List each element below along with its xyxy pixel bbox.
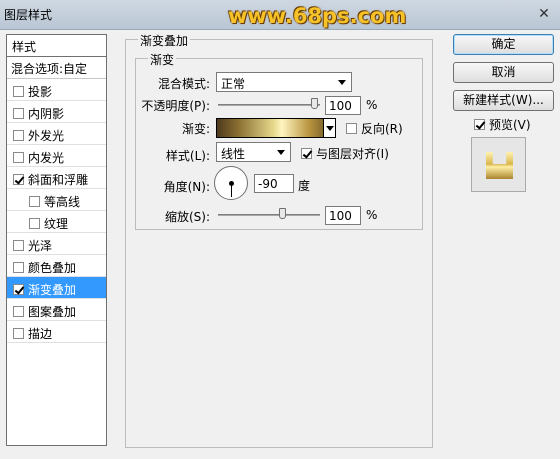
sidebar-item-label: 图案叠加 xyxy=(28,304,77,319)
sidebar-item[interactable]: 内阴影 xyxy=(7,101,106,123)
sidebar-item-label: 投影 xyxy=(28,84,53,99)
style-preview-thumbnail xyxy=(471,137,526,192)
sidebar-item-checkbox[interactable] xyxy=(13,107,24,119)
scale-input[interactable]: 100 xyxy=(325,206,361,225)
sidebar-item-label: 光泽 xyxy=(28,238,53,253)
scale-slider[interactable] xyxy=(218,214,320,216)
sidebar-item[interactable]: 等高线 xyxy=(7,189,106,211)
angle-unit: 度 xyxy=(298,179,311,193)
sidebar-item-label: 颜色叠加 xyxy=(28,260,77,275)
sidebar-item-checkbox[interactable] xyxy=(13,283,24,295)
sidebar-item[interactable]: 图案叠加 xyxy=(7,299,106,321)
preview-checkbox[interactable]: 预览(V) xyxy=(474,116,531,133)
sidebar-item-checkbox[interactable] xyxy=(13,261,24,273)
scale-slider-thumb[interactable] xyxy=(279,208,287,219)
sidebar-item-label: 描边 xyxy=(28,326,53,341)
sidebar-item[interactable]: 斜面和浮雕 xyxy=(7,167,106,189)
title-bar: 图层样式 www.68ps.com ✕ xyxy=(0,0,560,30)
gradient-picker-chevron-icon[interactable] xyxy=(323,119,335,137)
preview-checkbox-box[interactable] xyxy=(474,119,485,130)
opacity-input[interactable]: 100 xyxy=(325,96,361,115)
sidebar-item[interactable]: 颜色叠加 xyxy=(7,255,106,277)
sidebar-item-label: 外发光 xyxy=(28,128,65,143)
sidebar-item[interactable]: 光泽 xyxy=(7,233,106,255)
sidebar-item[interactable]: 渐变叠加 xyxy=(7,277,106,299)
gradient-overlay-title: 渐变叠加 xyxy=(138,32,191,49)
sidebar-item[interactable]: 投影 xyxy=(7,79,106,101)
sidebar-item-checkbox[interactable] xyxy=(13,239,24,251)
scale-unit: % xyxy=(366,208,378,222)
sidebar-item-label: 纹理 xyxy=(44,216,69,231)
gradient-label: 渐变: xyxy=(181,122,210,136)
scale-label: 缩放(S): xyxy=(164,210,210,224)
close-icon[interactable]: ✕ xyxy=(534,6,554,23)
align-with-layer-checkbox[interactable]: 与图层对齐(I) xyxy=(301,145,389,162)
sidebar-item-checkbox[interactable] xyxy=(13,151,24,163)
style-value: 线性 xyxy=(221,147,246,161)
angle-dial[interactable] xyxy=(214,166,248,200)
reverse-label: 反向(R) xyxy=(361,122,403,136)
blend-mode-label: 混合模式: xyxy=(157,77,210,91)
sidebar-item-checkbox[interactable] xyxy=(13,305,24,317)
sidebar-item-checkbox[interactable] xyxy=(13,85,24,97)
cancel-button[interactable]: 取消 xyxy=(453,62,554,83)
angle-dial-needle xyxy=(231,183,232,197)
opacity-slider-thumb[interactable] xyxy=(311,98,318,109)
sidebar-item[interactable]: 外发光 xyxy=(7,123,106,145)
sidebar-item-checkbox[interactable] xyxy=(13,327,24,339)
sidebar-item-checkbox[interactable] xyxy=(29,217,40,229)
chevron-down-icon xyxy=(277,150,285,155)
sidebar-item-label: 内发光 xyxy=(28,150,65,165)
new-style-button[interactable]: 新建样式(W)... xyxy=(453,90,554,111)
style-label: 样式(L): xyxy=(165,149,210,163)
preview-shape xyxy=(486,152,513,179)
styles-list: 样式 混合选项:自定 投影内阴影外发光内发光斜面和浮雕等高线纹理光泽颜色叠加渐变… xyxy=(6,34,107,446)
watermark-logo: www.68ps.com xyxy=(228,4,407,28)
sidebar-item-label: 内阴影 xyxy=(28,106,65,121)
ok-button[interactable]: 确定 xyxy=(453,34,554,55)
align-with-layer-checkbox-box[interactable] xyxy=(301,148,312,159)
sidebar-item[interactable]: 纹理 xyxy=(7,211,106,233)
reverse-checkbox-box[interactable] xyxy=(346,123,357,134)
opacity-slider[interactable] xyxy=(218,104,320,106)
sidebar-item[interactable]: 描边 xyxy=(7,321,106,343)
angle-input[interactable]: -90 xyxy=(254,174,294,193)
styles-header[interactable]: 样式 xyxy=(7,35,106,57)
sidebar-item-label: 渐变叠加 xyxy=(28,282,77,297)
blend-mode-select[interactable]: 正常 xyxy=(216,72,352,92)
sidebar-item-checkbox[interactable] xyxy=(29,195,40,207)
opacity-label: 不透明度(P): xyxy=(141,99,210,113)
align-with-layer-label: 与图层对齐(I) xyxy=(316,147,389,161)
sidebar-item-checkbox[interactable] xyxy=(13,129,24,141)
sidebar-item-label: 斜面和浮雕 xyxy=(28,172,89,187)
blend-mode-value: 正常 xyxy=(221,77,246,91)
sidebar-item-label: 等高线 xyxy=(44,194,81,209)
chevron-down-icon xyxy=(338,80,346,85)
preview-label: 预览(V) xyxy=(489,118,531,132)
style-select[interactable]: 线性 xyxy=(216,142,291,162)
window-title: 图层样式 xyxy=(4,8,53,22)
blending-options-item[interactable]: 混合选项:自定 xyxy=(7,57,106,79)
reverse-checkbox[interactable]: 反向(R) xyxy=(346,120,403,137)
opacity-unit: % xyxy=(366,98,378,112)
angle-label: 角度(N): xyxy=(163,180,210,194)
sidebar-item[interactable]: 内发光 xyxy=(7,145,106,167)
sidebar-item-checkbox[interactable] xyxy=(13,173,24,185)
gradient-swatch[interactable] xyxy=(216,118,336,138)
gradient-subgroup-title: 渐变 xyxy=(148,51,177,68)
